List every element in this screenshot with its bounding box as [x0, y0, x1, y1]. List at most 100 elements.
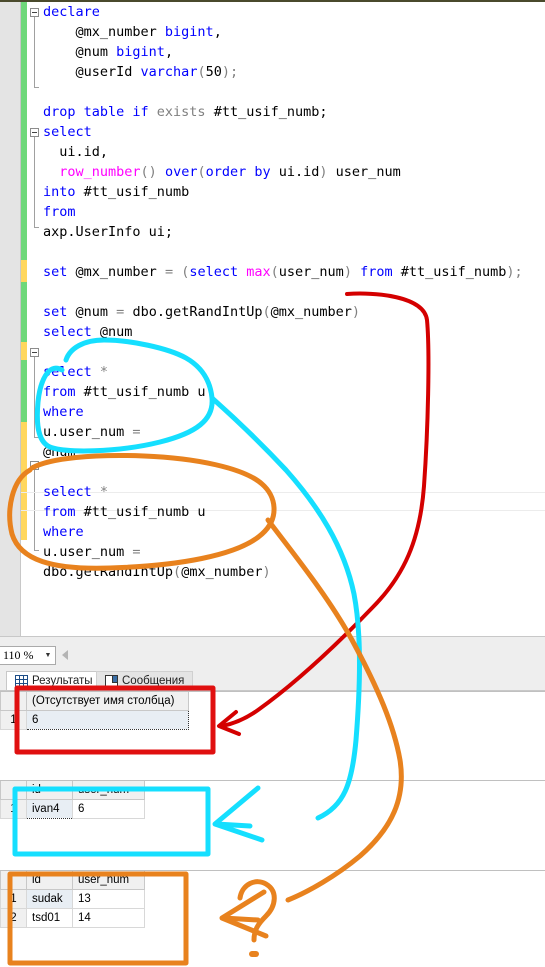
code-line[interactable]: select — [43, 122, 543, 142]
code-token: from — [360, 264, 393, 280]
tab-messages[interactable]: Сообщения — [96, 671, 194, 690]
row-header-corner — [0, 692, 27, 711]
chevron-down-icon[interactable]: ▼ — [41, 647, 55, 664]
row-number[interactable]: 1 — [0, 709, 27, 730]
code-token: 50 — [205, 64, 222, 80]
row-number[interactable]: 2 — [0, 907, 27, 928]
cell-value[interactable]: 14 — [72, 907, 145, 928]
code-token: #tt_usif_numb; — [213, 104, 328, 120]
table-header-row: id user_num — [0, 781, 145, 800]
code-line[interactable]: declare — [43, 2, 543, 22]
zoom-level-combobox[interactable]: 110 % ▼ — [0, 646, 56, 665]
code-token: ) — [319, 164, 328, 180]
code-token: ); — [506, 264, 523, 280]
column-header[interactable]: user_num — [72, 871, 145, 890]
code-token: user_num — [327, 164, 401, 180]
code-line[interactable]: @num — [43, 442, 543, 462]
tab-results-label: Результаты — [32, 675, 93, 687]
table-row[interactable]: 2 tsd01 14 — [0, 907, 145, 928]
code-token: @num — [67, 304, 117, 320]
code-line[interactable]: select * — [43, 362, 543, 382]
cell-value[interactable]: ivan4 — [26, 798, 73, 819]
fold-toggle-select-into[interactable] — [30, 128, 39, 137]
code-line[interactable]: u.user_num = — [43, 422, 543, 442]
table-row[interactable]: 1 6 — [0, 709, 189, 730]
code-token: declare — [43, 4, 100, 20]
code-line[interactable]: @num bigint, — [43, 42, 543, 62]
outline-column[interactable] — [29, 2, 43, 636]
code-line[interactable] — [43, 82, 543, 102]
scalar-result-grid[interactable]: (Отсутствует имя столбца) 1 6 — [0, 692, 189, 730]
code-line[interactable]: into #tt_usif_numb — [43, 182, 543, 202]
row-number[interactable]: 1 — [0, 798, 27, 819]
tab-results[interactable]: Результаты — [6, 671, 102, 690]
code-token: bigint — [116, 44, 165, 60]
code-token: into — [43, 184, 76, 200]
code-line[interactable] — [43, 462, 543, 482]
code-line[interactable]: select @num — [43, 322, 543, 342]
code-token: () — [140, 164, 165, 180]
code-token: ( — [197, 64, 206, 80]
code-line[interactable]: axp.UserInfo ui; — [43, 222, 543, 242]
fold-toggle-declare[interactable] — [30, 8, 39, 17]
code-line[interactable]: set @mx_number = (select max(user_num) f… — [43, 262, 543, 282]
column-header[interactable]: id — [26, 781, 73, 800]
code-token: @mx_number — [270, 304, 352, 320]
code-token: ); — [221, 64, 239, 80]
code-line[interactable] — [43, 342, 543, 362]
code-line[interactable]: select * — [43, 482, 543, 502]
change-bar-yellow — [21, 342, 27, 360]
code-line[interactable]: @userId varchar(50); — [43, 62, 543, 82]
fold-toggle-select-num[interactable] — [30, 348, 39, 357]
code-token: order by — [205, 164, 271, 180]
code-token: = — [164, 264, 174, 280]
table-row[interactable]: 1 ivan4 6 — [0, 798, 145, 819]
single-user-result-grid[interactable]: id user_num 1 ivan4 6 — [0, 781, 145, 819]
code-line[interactable] — [43, 282, 543, 302]
code-line[interactable]: where — [43, 522, 543, 542]
cell-value[interactable]: tsd01 — [26, 907, 73, 928]
fold-toggle-select-rand[interactable] — [30, 461, 39, 470]
outline-bracket-foot — [34, 437, 39, 438]
column-header[interactable]: user_num — [72, 781, 145, 800]
cell-value[interactable]: 6 — [72, 798, 145, 819]
change-bar-green — [21, 282, 27, 342]
code-line[interactable]: from #tt_usif_numb u — [43, 382, 543, 402]
cell-value[interactable]: sudak — [26, 888, 73, 909]
code-token: @mx_number — [67, 264, 165, 280]
table-row[interactable]: 1 sudak 13 — [0, 888, 145, 909]
code-token: where — [43, 524, 84, 540]
code-token: @mx_number — [43, 24, 165, 40]
results-pane: Результаты Сообщения (Отсутствует имя ст… — [0, 670, 545, 967]
code-token: ( — [270, 264, 279, 280]
code-line[interactable]: dbo.getRandIntUp(@mx_number) — [43, 562, 543, 582]
cell-value[interactable]: 13 — [72, 888, 145, 909]
code-line[interactable]: @mx_number bigint, — [43, 22, 543, 42]
code-line[interactable]: u.user_num = — [43, 542, 543, 562]
splitter-left-arrow-icon[interactable] — [62, 650, 68, 660]
code-token: over — [164, 164, 198, 180]
outline-bracket — [34, 357, 35, 437]
code-token: @mx_number — [181, 564, 263, 580]
code-line[interactable]: where — [43, 402, 543, 422]
code-line[interactable]: row_number() over(order by ui.id) user_n… — [43, 162, 543, 182]
code-line[interactable]: drop table if exists #tt_usif_numb; — [43, 102, 543, 122]
code-token: u.user_num — [43, 544, 133, 560]
code-token: varchar — [140, 64, 198, 80]
code-text[interactable]: declare @mx_number bigint, @num bigint, … — [43, 2, 543, 582]
column-header[interactable]: (Отсутствует имя столбца) — [26, 692, 189, 711]
code-line[interactable]: set @num = dbo.getRandIntUp(@mx_number) — [43, 302, 543, 322]
sql-editor[interactable]: declare @mx_number bigint, @num bigint, … — [0, 2, 545, 636]
messages-icon — [105, 675, 118, 687]
code-token: drop table if — [43, 104, 157, 120]
code-line[interactable] — [43, 242, 543, 262]
code-token: axp.UserInfo ui; — [43, 224, 174, 240]
code-line[interactable]: ui.id, — [43, 142, 543, 162]
multi-user-result-grid[interactable]: id user_num 1 sudak 13 2 tsd01 14 — [0, 871, 145, 928]
code-line[interactable]: from #tt_usif_numb u — [43, 502, 543, 522]
change-bar-green — [21, 360, 27, 422]
cell-value[interactable]: 6 — [26, 709, 189, 730]
column-header[interactable]: id — [26, 871, 73, 890]
code-line[interactable]: from — [43, 202, 543, 222]
row-number[interactable]: 1 — [0, 888, 27, 909]
